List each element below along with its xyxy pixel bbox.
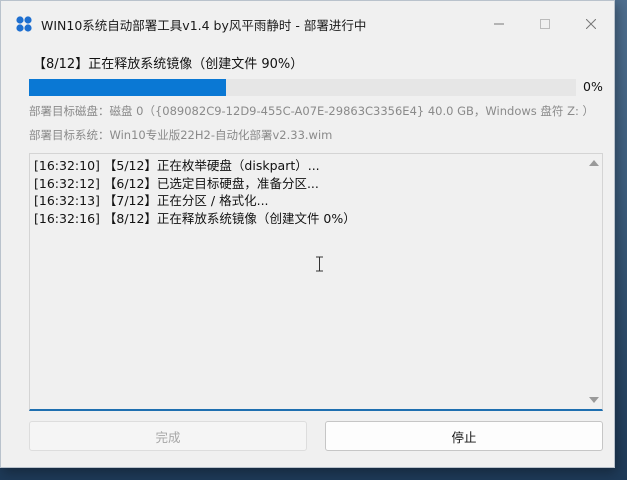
minimize-button[interactable] xyxy=(476,1,522,47)
minimize-icon xyxy=(494,23,504,25)
log-output[interactable]: [16:32:10] 【5/12】正在枚举硬盘（diskpart）... [16… xyxy=(29,153,603,411)
maximize-icon xyxy=(540,19,550,29)
current-step-label: 【8/12】正在释放系统镜像（创建文件 90%） xyxy=(33,57,304,72)
window-title: WIN10系统自动部署工具v1.4 by风平雨静时 - 部署进行中 xyxy=(41,17,367,33)
log-line: [16:32:13] 【7/12】正在分区 / 格式化... xyxy=(34,193,269,208)
progress-percent-label: 0% xyxy=(583,79,603,94)
deploy-window: WIN10系统自动部署工具v1.4 by风平雨静时 - 部署进行中 【8/12】… xyxy=(0,0,615,468)
log-lines: [16:32:10] 【5/12】正在枚举硬盘（diskpart）... [16… xyxy=(34,157,356,227)
progress-bar xyxy=(29,79,576,96)
scroll-up-arrow-icon[interactable] xyxy=(589,160,599,166)
app-logo-icon xyxy=(16,16,32,32)
close-icon xyxy=(586,19,596,29)
progress-fill xyxy=(29,79,226,96)
title-bar[interactable]: WIN10系统自动部署工具v1.4 by风平雨静时 - 部署进行中 xyxy=(1,1,614,47)
text-cursor-icon xyxy=(316,256,323,272)
scroll-down-arrow-icon[interactable] xyxy=(589,397,599,403)
window-controls xyxy=(476,1,614,47)
maximize-button[interactable] xyxy=(522,1,568,47)
log-line: [16:32:12] 【6/12】已选定目标硬盘，准备分区... xyxy=(34,175,319,191)
target-system-info: 部署目标系统：Win10专业版22H2-自动化部署v2.33.wim xyxy=(29,128,333,142)
target-disk-info: 部署目标磁盘：磁盘 0（{089082C9-12D9-455C-A07E-298… xyxy=(29,104,594,118)
log-scrollbar[interactable] xyxy=(586,154,602,409)
log-line: [16:32:10] 【5/12】正在枚举硬盘（diskpart）... xyxy=(34,158,320,173)
stop-button[interactable]: 停止 xyxy=(325,421,603,451)
done-button[interactable]: 完成 xyxy=(29,421,307,451)
close-button[interactable] xyxy=(568,1,614,47)
log-line: [16:32:16] 【8/12】正在释放系统镜像（创建文件 0%） xyxy=(34,210,356,226)
